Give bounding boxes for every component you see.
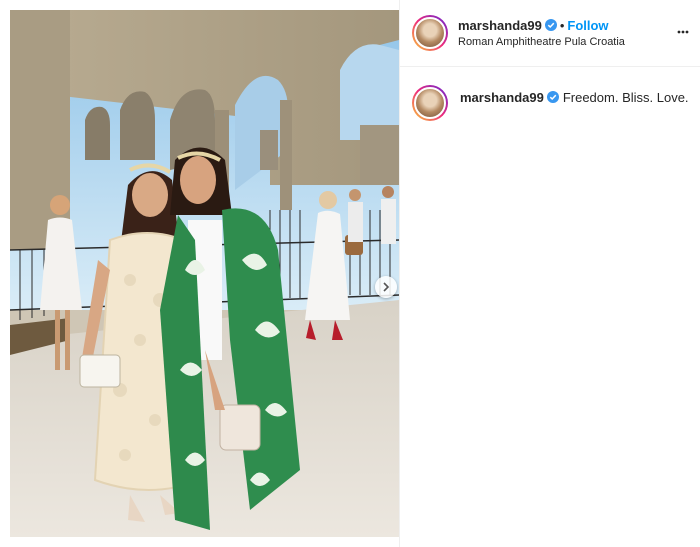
location-link[interactable]: Roman Amphitheatre Pula Croatia — [458, 36, 625, 48]
next-photo-button[interactable] — [375, 276, 397, 298]
caption-username-link[interactable]: marshanda99 — [460, 90, 544, 105]
photo-illustration — [10, 10, 399, 537]
verified-badge-icon — [546, 91, 559, 103]
caption-avatar[interactable] — [412, 85, 448, 121]
avatar[interactable] — [412, 15, 448, 51]
more-options-icon[interactable] — [675, 24, 691, 40]
post-photo[interactable] — [10, 10, 399, 537]
follow-button[interactable]: Follow — [567, 18, 608, 33]
verified-badge-icon — [544, 18, 557, 31]
post-header: marshanda99 • Follow Roman Amphitheatre Pu… — [400, 0, 700, 67]
caption-line: marshanda99 Freedom. Bliss. Love. — [460, 90, 689, 105]
instagram-post: marshanda99 • Follow Roman Amphitheatre Pu… — [0, 0, 700, 547]
username-link[interactable]: marshanda99 — [458, 18, 542, 33]
chevron-right-icon — [381, 282, 391, 292]
caption-text: Freedom. Bliss. Love. — [562, 90, 689, 105]
post-side-panel: marshanda99 • Follow Roman Amphitheatre Pu… — [399, 0, 700, 547]
separator-dot: • — [559, 18, 565, 33]
header-user-line: marshanda99 • Follow — [458, 17, 609, 35]
